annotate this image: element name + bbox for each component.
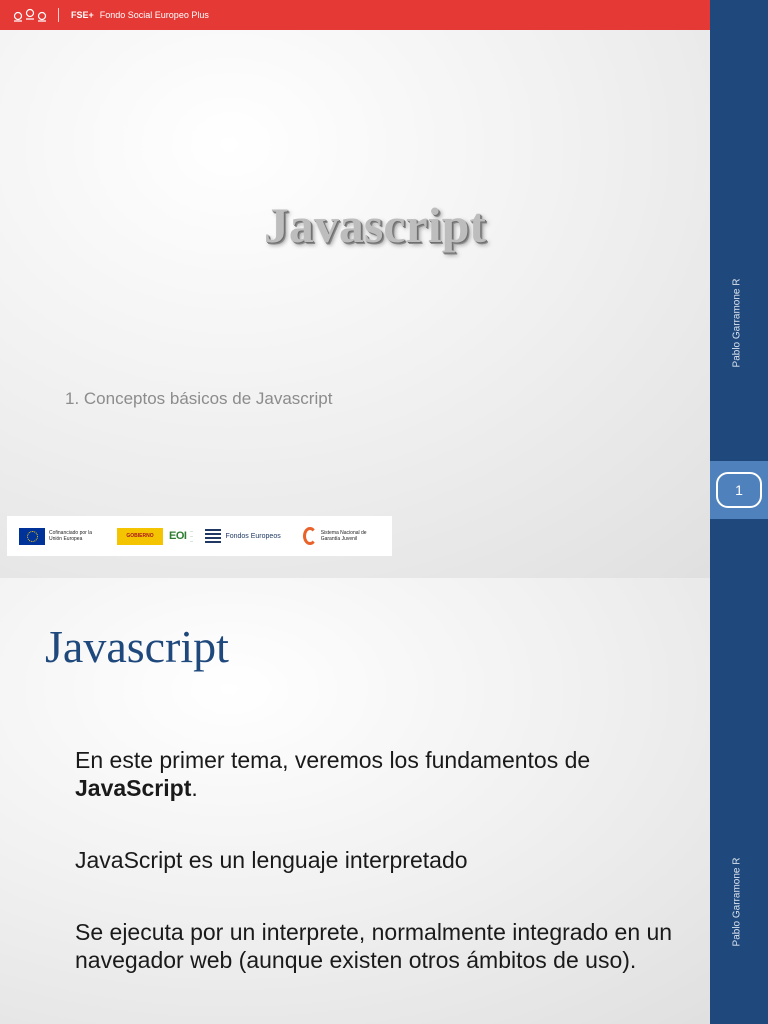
eu-cofinanced-logo: Cofinanciado por la Unión Europea (19, 527, 99, 545)
paragraph-1: En este primer tema, veremos los fundame… (75, 746, 675, 802)
paragraph-2: JavaScript es un lenguaje interpretado (75, 847, 468, 873)
fse-short-label: FSE+ (71, 10, 94, 20)
eu-flag-icon (19, 527, 45, 545)
slide-1: FSE+ Fondo Social Europeo Plus Pablo Gar… (0, 0, 768, 578)
side-bar (710, 578, 768, 1024)
fondos-europeos-icon (205, 529, 222, 543)
paragraph-1-end: . (191, 775, 198, 801)
slide-title: Javascript (263, 197, 487, 253)
paragraph-1-text: En este primer tema, veremos los fundame… (75, 747, 591, 773)
fondos-europeos-text: Fondos Europeos (225, 532, 281, 540)
author-label: Pablo Garramone R (731, 857, 743, 947)
eu-emblem-icon (12, 7, 48, 23)
garantia-juvenil-logo: Sistema Nacional de Garantía Juvenil (281, 527, 369, 545)
paragraph-3: Se ejecuta por un interprete, normalment… (75, 919, 673, 973)
slide-title: Javascript (45, 621, 229, 672)
funding-logos-strip: Cofinanciado por la Unión Europea GOBIER… (7, 516, 392, 556)
fse-header-bar: FSE+ Fondo Social Europeo Plus (0, 0, 710, 30)
page-number: 1 (716, 472, 762, 508)
fse-separator (58, 8, 59, 22)
fondos-europeos-logo: Fondos Europeos (193, 529, 281, 543)
paragraph-1-bold: JavaScript (75, 775, 192, 801)
garantia-juvenil-text: Sistema Nacional de Garantía Juvenil (320, 530, 367, 542)
spain-flag-icon: GOBIERNO (117, 527, 163, 545)
fse-long-label: Fondo Social Europeo Plus (99, 10, 209, 20)
eu-cofinanced-text: Cofinanciado por la Unión Europea (49, 530, 93, 542)
author-label: Pablo Garramone R (731, 278, 743, 368)
eoi-logo: EOI (169, 530, 187, 542)
page-number-box: 1 (710, 461, 768, 519)
spain-government-logo: GOBIERNO EOI ··· ··· ··· (99, 527, 193, 545)
garantia-juvenil-icon (302, 527, 317, 545)
slide-subtitle: 1. Conceptos básicos de Javascript (65, 389, 333, 408)
slide-2: Pablo Garramone R Javascript En este pri… (0, 578, 768, 1024)
